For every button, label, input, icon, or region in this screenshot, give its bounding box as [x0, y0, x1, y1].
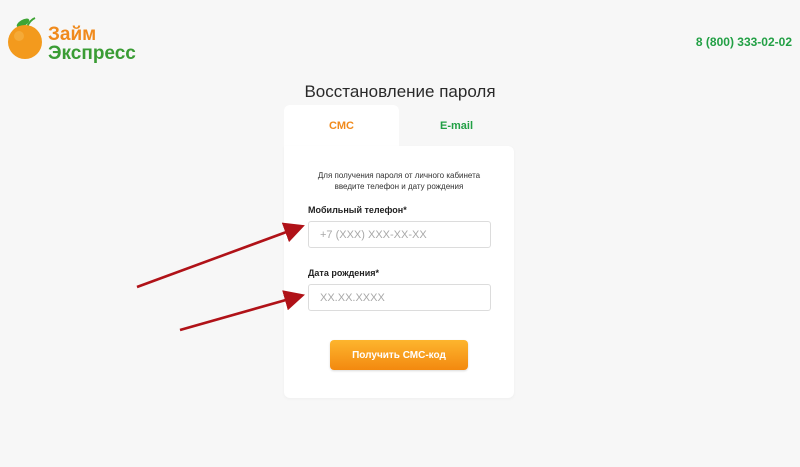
arrow-to-phone [136, 222, 305, 289]
form-hint-line-2: введите телефон и дату рождения [334, 182, 464, 191]
get-sms-code-button[interactable]: Получить СМС-код [330, 340, 468, 370]
logo-text: Займ Экспресс [48, 25, 136, 63]
recovery-form-card: Для получения пароля от личного кабинета… [284, 146, 514, 398]
logo-line-1: Займ [48, 24, 97, 45]
form-hint: Для получения пароля от личного кабинета… [284, 170, 514, 192]
logo-line-2: Экспресс [48, 43, 136, 64]
tab-sms[interactable]: СМС [284, 105, 399, 146]
orange-icon [8, 17, 42, 59]
phone-label: Мобильный телефон* [308, 205, 407, 215]
birth-date-label: Дата рождения* [308, 268, 380, 278]
tab-email[interactable]: E-mail [399, 105, 514, 146]
phone-input[interactable] [308, 221, 491, 248]
header-phone-link[interactable]: 8 (800) 333-02-02 [696, 35, 792, 49]
arrow-to-birth-date [179, 290, 306, 332]
form-hint-line-1: Для получения пароля от личного кабинета [317, 171, 481, 180]
page-title: Восстановление пароля [304, 82, 496, 101]
logo[interactable]: Займ Экспресс [6, 12, 146, 63]
birth-date-input[interactable] [308, 284, 491, 311]
recovery-tabs: СМС E-mail [284, 105, 514, 146]
